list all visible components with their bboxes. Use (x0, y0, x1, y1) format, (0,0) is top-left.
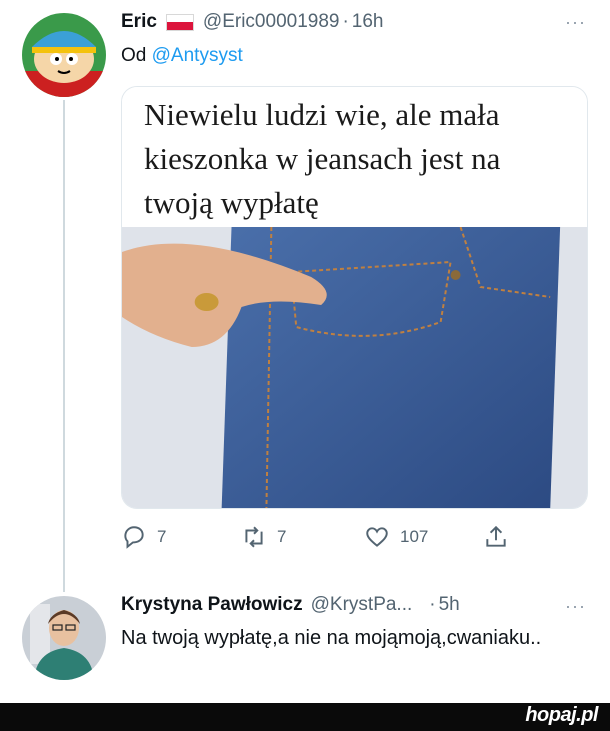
author-name[interactable]: Eric (121, 11, 157, 33)
replying-prefix: Od (121, 45, 147, 66)
media-caption: Niewielu ludzi wie, ale mała kieszonka w… (122, 87, 587, 227)
like-count: 107 (400, 527, 429, 546)
retweet-icon (245, 526, 263, 548)
reply-separator: · (429, 594, 436, 615)
reply-more-icon[interactable]: ··· (565, 596, 586, 617)
tweet-actions: 7 7 107 (121, 524, 521, 554)
poland-flag-icon (165, 13, 194, 31)
tweet-media[interactable]: Niewielu ludzi wie, ale mała kieszonka w… (121, 86, 588, 509)
reply-icon (124, 526, 144, 549)
jeans-pocket-photo (122, 227, 587, 508)
reply-count: 7 (157, 527, 167, 546)
like-icon (366, 527, 388, 547)
avatar-krystyna[interactable] (22, 596, 106, 680)
tweet-header: Eric @Eric00001989 · 16h (121, 11, 384, 33)
tweet-time[interactable]: 16h (352, 11, 384, 33)
header-separator: · (342, 11, 349, 32)
replying-to: Od @Antysyst (121, 45, 243, 67)
replying-mention[interactable]: @Antysyst (152, 45, 243, 66)
reply-action[interactable]: 7 (121, 524, 166, 550)
more-icon[interactable]: ··· (565, 12, 586, 33)
reply-text: Na twoją wypłatę,a nie na mojąmoją,cwani… (121, 624, 561, 653)
thread-connector-line (63, 100, 65, 592)
reply-body: Na twoją wypłatę,a nie na mojąmoją,cwani… (121, 627, 542, 649)
reply-time[interactable]: 5h (439, 594, 460, 616)
reply-header: Krystyna Pawłowicz @KrystPa... · 5h (121, 594, 460, 616)
author-handle[interactable]: @Eric00001989 (203, 11, 340, 33)
brand-logo: hopaj.pl (525, 704, 598, 726)
share-icon (486, 525, 506, 547)
watermark-footer: hopaj.pl (0, 703, 610, 731)
like-action[interactable]: 107 (364, 524, 428, 550)
retweet-action[interactable]: 7 (241, 524, 286, 550)
reply-author-name[interactable]: Krystyna Pawłowicz (121, 594, 303, 616)
avatar-eric[interactable] (22, 13, 106, 97)
reply-author-handle[interactable]: @KrystPa... (311, 594, 413, 616)
share-action[interactable] (483, 524, 519, 550)
retweet-count: 7 (277, 527, 287, 546)
